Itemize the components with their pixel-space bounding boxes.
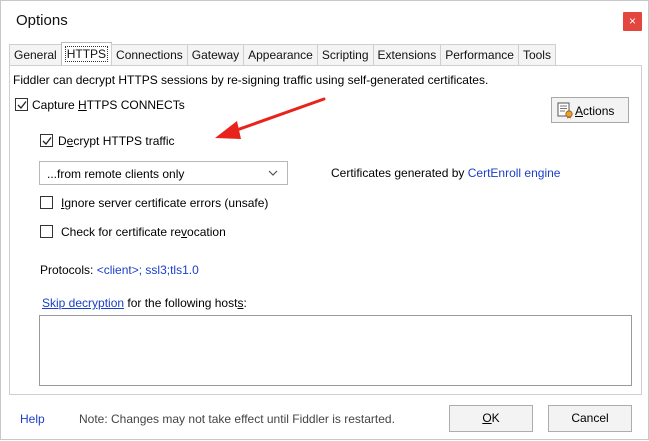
skip-hosts-textarea[interactable]: [39, 315, 632, 386]
intro-text: Fiddler can decrypt HTTPS sessions by re…: [13, 73, 489, 87]
skip-text-post: :: [243, 296, 247, 310]
tab-gateway[interactable]: Gateway: [186, 44, 245, 65]
tab-label: Gateway: [191, 48, 240, 62]
capture-https-checkbox[interactable]: [15, 98, 28, 111]
decrypt-https-label[interactable]: Decrypt HTTPS traffic: [58, 134, 175, 148]
restart-note: Note: Changes may not take effect until …: [79, 412, 395, 426]
decrypt-source-value: ...from remote clients only: [47, 167, 185, 181]
window-title: Options: [16, 12, 68, 29]
skip-text-pre: for the following host: [124, 296, 238, 310]
tab-label: Tools: [522, 48, 551, 62]
certificates-info: Certificates generated by CertEnroll eng…: [331, 166, 560, 180]
checkmark-icon: [17, 101, 27, 109]
tab-general[interactable]: General: [9, 44, 62, 65]
close-button[interactable]: ×: [623, 12, 642, 31]
options-dialog: Options × General HTTPS Connections Gate…: [0, 0, 649, 440]
protocols-row: Protocols: <client>; ssl3;tls1.0: [40, 263, 199, 277]
ok-label-key: O: [482, 411, 492, 425]
tab-performance[interactable]: Performance: [440, 44, 519, 65]
actions-button[interactable]: Actions: [551, 97, 629, 123]
tab-https[interactable]: HTTPS: [60, 42, 113, 65]
ignore-cert-errors-label[interactable]: Ignore server certificate errors (unsafe…: [61, 196, 268, 210]
tab-label: Appearance: [248, 48, 313, 62]
actions-label-post: ctions: [583, 104, 615, 118]
tab-strip: General HTTPS Connections Gateway Appear…: [9, 42, 556, 66]
skip-decryption-link[interactable]: Skip decryption: [42, 296, 124, 310]
decrypt-https-checkbox[interactable]: [40, 134, 53, 147]
tab-label: Scripting: [321, 48, 369, 62]
revocation-label-post: ocation: [187, 225, 226, 239]
ignore-label-post: gnore server certificate errors (unsafe): [64, 196, 269, 210]
protocols-label: Protocols:: [40, 263, 97, 277]
help-link[interactable]: Help: [20, 412, 45, 426]
decrypt-source-select[interactable]: ...from remote clients only: [39, 161, 288, 185]
capture-label-post: TTPS CONNECTs: [86, 98, 185, 112]
tab-connections[interactable]: Connections: [111, 44, 188, 65]
certenroll-engine-link[interactable]: CertEnroll engine: [468, 166, 561, 180]
tab-scripting[interactable]: Scripting: [316, 44, 374, 65]
https-tab-panel: Fiddler can decrypt HTTPS sessions by re…: [9, 65, 642, 395]
tab-label: Connections: [116, 48, 183, 62]
check-revocation-checkbox[interactable]: [40, 225, 53, 238]
protocols-link[interactable]: <client>; ssl3;tls1.0: [97, 263, 199, 277]
chevron-down-icon: [268, 170, 278, 176]
checkmark-icon: [42, 137, 52, 145]
skip-decryption-row: Skip decryption for the following hosts:: [42, 296, 247, 310]
tab-label: Extensions: [377, 48, 437, 62]
ok-label-post: K: [491, 411, 500, 425]
decrypt-label-pre: D: [58, 134, 67, 148]
capture-label-key: H: [78, 98, 87, 112]
tab-label: General: [14, 48, 57, 62]
tab-label: Performance: [445, 48, 514, 62]
revocation-label-pre: Check for certificate re: [61, 225, 182, 239]
certificate-actions-icon: [557, 102, 573, 119]
capture-https-label[interactable]: Capture HTTPS CONNECTs: [32, 98, 185, 112]
tab-extensions[interactable]: Extensions: [372, 44, 442, 65]
capture-label-pre: Capture: [32, 98, 79, 112]
tab-tools[interactable]: Tools: [517, 44, 556, 65]
certificates-text: Certificates generated by: [331, 166, 468, 180]
actions-label-key: A: [575, 104, 584, 118]
cancel-button[interactable]: Cancel: [548, 405, 632, 432]
check-revocation-label[interactable]: Check for certificate revocation: [61, 225, 226, 239]
decrypt-label-post: crypt HTTPS traffic: [73, 134, 175, 148]
ok-button[interactable]: OK: [449, 405, 533, 432]
tab-appearance[interactable]: Appearance: [243, 44, 318, 65]
actions-label: Actions: [575, 104, 614, 118]
tab-label: HTTPS: [64, 46, 109, 62]
title-bar: Options ×: [1, 1, 648, 39]
ignore-cert-errors-checkbox[interactable]: [40, 196, 53, 209]
